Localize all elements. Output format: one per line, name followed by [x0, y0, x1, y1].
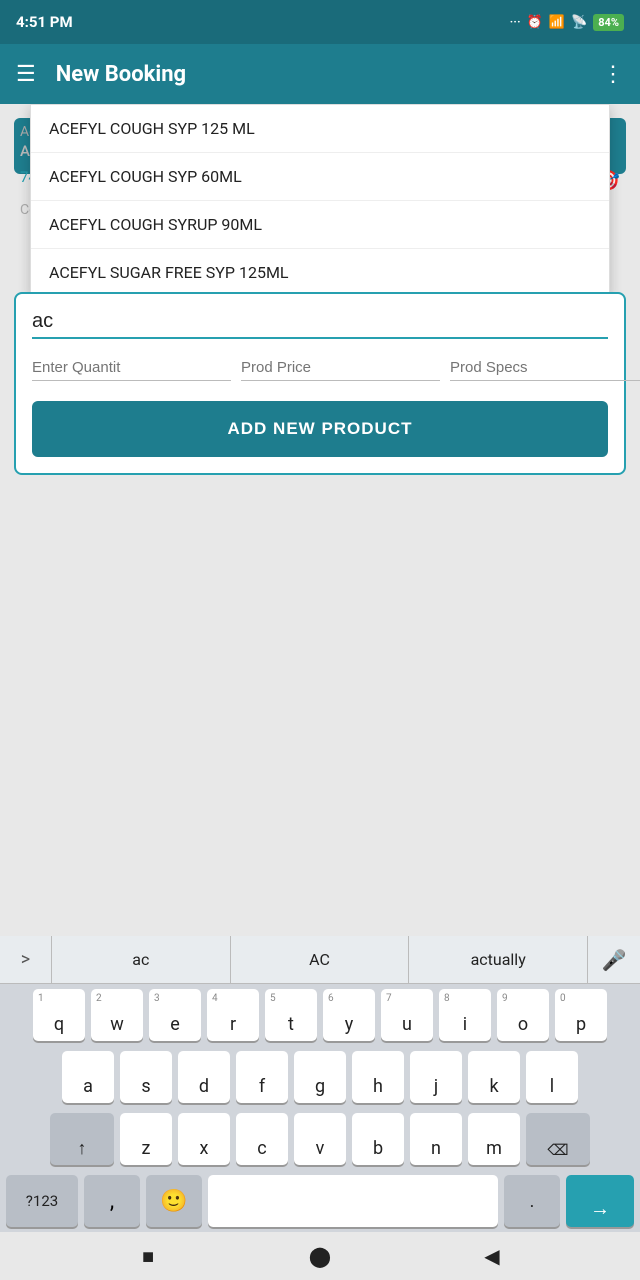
dot-key[interactable]: .: [504, 1175, 560, 1227]
keyboard-row-3: ↑ z x c v b n m ⌫: [0, 1108, 640, 1170]
status-time: 4:51 PM: [16, 13, 73, 31]
battery-indicator: 84%: [593, 14, 624, 31]
key-k[interactable]: k: [468, 1051, 520, 1103]
key-s[interactable]: s: [120, 1051, 172, 1103]
signal-dots: ···: [510, 15, 521, 30]
key-v[interactable]: v: [294, 1113, 346, 1165]
key-x[interactable]: x: [178, 1113, 230, 1165]
product-form-card: ADD NEW PRODUCT: [14, 292, 626, 475]
status-icons: ··· ⏰ 📶 📡 84%: [510, 14, 624, 31]
key-t[interactable]: 5t: [265, 989, 317, 1041]
key-f[interactable]: f: [236, 1051, 288, 1103]
suggestion-ac[interactable]: ac: [52, 936, 231, 984]
key-b[interactable]: b: [352, 1113, 404, 1165]
more-options-icon[interactable]: ⋮: [602, 62, 624, 87]
microphone-button[interactable]: 🎤: [588, 936, 640, 984]
key-i[interactable]: 8i: [439, 989, 491, 1041]
keyboard-row-4: ?123 , 🙂 . →: [0, 1170, 640, 1232]
key-p[interactable]: 0p: [555, 989, 607, 1041]
key-w[interactable]: 2w: [91, 989, 143, 1041]
key-n[interactable]: n: [410, 1113, 462, 1165]
emoji-face-key[interactable]: 🙂: [146, 1175, 202, 1227]
key-r[interactable]: 4r: [207, 989, 259, 1041]
key-y[interactable]: 6y: [323, 989, 375, 1041]
key-e[interactable]: 3e: [149, 989, 201, 1041]
back-button[interactable]: ◀: [468, 1232, 516, 1280]
dropdown-item[interactable]: ACEFYL COUGH SYRUP 90ML: [31, 201, 609, 249]
dropdown-item[interactable]: ACEFYL COUGH SYP 60ML: [31, 153, 609, 201]
shift-key[interactable]: ↑: [50, 1113, 114, 1165]
backspace-key[interactable]: ⌫: [526, 1113, 590, 1165]
suggestions-row: > ac AC actually 🎤: [0, 936, 640, 984]
hamburger-menu-icon[interactable]: ☰: [16, 62, 36, 87]
wifi-icon: 📡: [571, 15, 587, 30]
keyboard: > ac AC actually 🎤 1q 2w 3e 4r 5t 6y 7u …: [0, 936, 640, 1232]
key-d[interactable]: d: [178, 1051, 230, 1103]
key-g[interactable]: g: [294, 1051, 346, 1103]
enter-key[interactable]: →: [566, 1175, 634, 1227]
product-dropdown: ACEFYL COUGH SYP 125 ML ACEFYL COUGH SYP…: [30, 104, 610, 297]
dropdown-item[interactable]: ACEFYL COUGH SYP 125 ML: [31, 105, 609, 153]
dropdown-item[interactable]: ACEFYL SUGAR FREE SYP 125ML: [31, 249, 609, 296]
suggestions-expand-button[interactable]: >: [0, 936, 52, 984]
space-key[interactable]: [208, 1175, 498, 1227]
key-h[interactable]: h: [352, 1051, 404, 1103]
price-input[interactable]: [241, 359, 440, 381]
key-l[interactable]: l: [526, 1051, 578, 1103]
suggestion-actually[interactable]: actually: [409, 936, 588, 984]
signal-bars: 📶: [549, 15, 565, 30]
emoji-key[interactable]: ,: [84, 1175, 140, 1227]
key-o[interactable]: 9o: [497, 989, 549, 1041]
product-fields-row: [32, 359, 608, 381]
top-navbar: ☰ New Booking ⋮: [0, 44, 640, 104]
key-m[interactable]: m: [468, 1113, 520, 1165]
key-q[interactable]: 1q: [33, 989, 85, 1041]
specs-input[interactable]: [450, 359, 640, 381]
suggestion-AC[interactable]: AC: [231, 936, 410, 984]
key-z[interactable]: z: [120, 1113, 172, 1165]
add-new-product-button[interactable]: ADD NEW PRODUCT: [32, 401, 608, 457]
alarm-icon: ⏰: [527, 15, 543, 30]
symbols-key[interactable]: ?123: [6, 1175, 78, 1227]
key-a[interactable]: a: [62, 1051, 114, 1103]
status-bar: 4:51 PM ··· ⏰ 📶 📡 84%: [0, 0, 640, 44]
quantity-input[interactable]: [32, 359, 231, 381]
keyboard-row-2: a s d f g h j k l: [0, 1046, 640, 1108]
page-content: Address AKHARI BUS STOP TAJ PURA 74 3188…: [0, 104, 640, 886]
key-u[interactable]: 7u: [381, 989, 433, 1041]
product-search-input[interactable]: [32, 310, 608, 339]
home-button[interactable]: ⬤: [296, 1232, 344, 1280]
keyboard-row-1: 1q 2w 3e 4r 5t 6y 7u 8i 9o 0p: [0, 984, 640, 1046]
key-c[interactable]: c: [236, 1113, 288, 1165]
stop-button[interactable]: ■: [124, 1232, 172, 1280]
key-j[interactable]: j: [410, 1051, 462, 1103]
page-title: New Booking: [56, 62, 602, 87]
system-nav-bar: ■ ⬤ ◀: [0, 1232, 640, 1280]
